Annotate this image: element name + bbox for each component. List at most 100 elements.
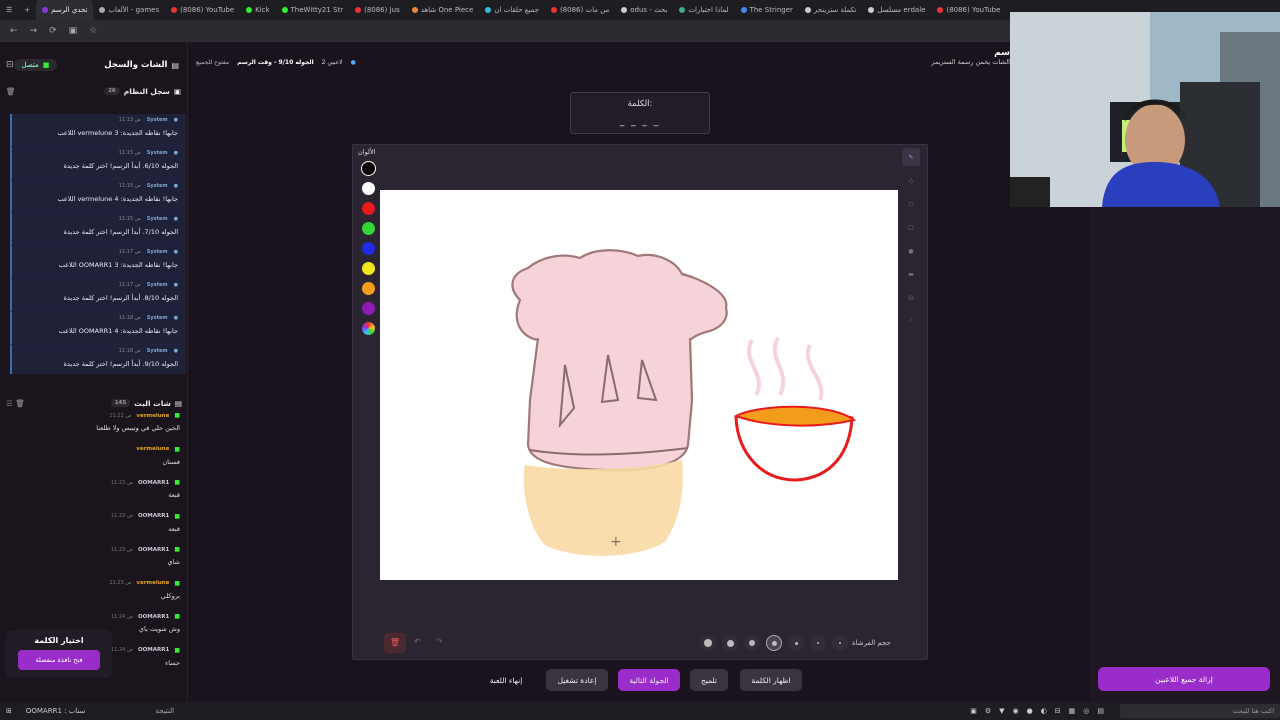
open-popup-button[interactable]: فتح نافذة منفصلة xyxy=(18,650,100,670)
color-swatch[interactable] xyxy=(362,282,375,295)
extension-icon[interactable]: ▣ xyxy=(69,26,78,36)
start-icon[interactable]: ⊞ xyxy=(6,707,12,715)
google-icon xyxy=(868,7,875,13)
tab-7[interactable]: جميع حلقات ان xyxy=(479,0,545,20)
next-round-button[interactable]: الجولة التالية xyxy=(618,669,680,691)
bookmark-star-icon[interactable]: ☆ xyxy=(89,26,97,36)
kick-icon xyxy=(281,7,288,13)
custom-color-swatch[interactable] xyxy=(362,322,375,335)
chat-time: 11:24 ص xyxy=(110,613,133,620)
log-item: 11:15 ص System ● الجوله 6/10. أبدأ الرسم… xyxy=(10,147,186,180)
chat-username[interactable]: OOMARR1 xyxy=(138,480,169,486)
brush-size-option[interactable] xyxy=(788,635,804,651)
taskbar-pinned-icons[interactable]: ▣⚙▼◉●◐⊟▦◎▤ xyxy=(970,707,1112,715)
tab-6[interactable]: شاهد One Piece xyxy=(406,0,480,20)
filled-rect-icon[interactable]: ▬ xyxy=(902,265,920,283)
chat-menu-icon[interactable]: ☰ 🗑 xyxy=(6,399,25,408)
brush-size-option[interactable] xyxy=(722,635,738,651)
back-icon[interactable]: ← xyxy=(10,26,18,36)
brush-size-option[interactable] xyxy=(832,635,848,651)
chat-username[interactable]: vermelune xyxy=(136,580,169,586)
collapse-sidebar-icon[interactable]: ⊟ xyxy=(6,60,14,70)
log-time: 11:13 ص xyxy=(118,117,141,123)
tab-4[interactable]: TheWitty21 Str xyxy=(276,0,350,20)
chat-username[interactable]: OOMARR1 xyxy=(138,647,169,653)
word-display: الكلمة: _ _ _ _ xyxy=(570,92,710,134)
tab-9[interactable]: odus - بحث xyxy=(615,0,673,20)
color-swatch[interactable] xyxy=(362,242,375,255)
drawing-canvas[interactable]: + xyxy=(380,190,898,580)
tab-13[interactable]: مسلسل erdale xyxy=(862,0,931,20)
color-swatch[interactable] xyxy=(361,161,376,176)
brush-size-option[interactable] xyxy=(810,635,826,651)
clear-log-icon[interactable]: 🗑 xyxy=(6,87,16,96)
tab-3[interactable]: Kick xyxy=(240,0,275,20)
chat-username[interactable]: vermelune xyxy=(136,413,169,419)
chat-username[interactable]: OOMARR1 xyxy=(138,513,169,519)
chat-username[interactable]: vermelune xyxy=(136,446,169,452)
show-word-button[interactable]: اظهار الكلمة xyxy=(740,669,802,691)
restart-button[interactable]: إعادة تشغيل xyxy=(546,669,608,691)
steam-line xyxy=(747,338,761,397)
tab-14[interactable]: (8086) YouTube xyxy=(931,0,1006,20)
log-user: System xyxy=(146,348,168,354)
chat-time: 11:23 ص xyxy=(110,513,133,519)
sidebar-header: ⊟ متصل ■ الشات والسجل ▤ xyxy=(0,42,187,76)
hint-button[interactable]: تلميح xyxy=(690,669,728,691)
tab-5[interactable]: (8086) Jus xyxy=(349,0,406,20)
color-swatch[interactable] xyxy=(362,222,375,235)
undo-icon[interactable]: ↶ xyxy=(414,637,421,646)
system-log-title: سجل النظام xyxy=(123,86,170,96)
color-swatch[interactable] xyxy=(362,262,375,275)
end-game-button[interactable]: إنهاء اللعبة xyxy=(478,669,534,691)
brush-size-option[interactable] xyxy=(744,635,760,651)
forward-icon[interactable]: → xyxy=(30,26,38,36)
new-tab-button[interactable]: + xyxy=(18,0,36,20)
tab-10[interactable]: لماذا اختبارات xyxy=(673,0,734,20)
brush-size-option[interactable] xyxy=(700,635,716,651)
tab-11[interactable]: The Stringer xyxy=(735,0,799,20)
line-tool-icon[interactable]: ⟋ xyxy=(902,312,920,330)
color-swatch[interactable] xyxy=(362,302,375,315)
bucket-tool-icon[interactable]: ⛁ xyxy=(902,289,920,307)
chat-text: بروكلي xyxy=(160,591,180,600)
tab-2[interactable]: (8086) YouTube xyxy=(165,0,240,20)
word-hint: _ _ _ _ xyxy=(619,117,661,127)
kick-badge-icon: ■ xyxy=(174,479,180,486)
chat-username[interactable]: OOMARR1 xyxy=(138,614,169,620)
pencil-tool-icon[interactable]: ✎ xyxy=(902,148,920,166)
log-user: System xyxy=(146,117,168,123)
reload-icon[interactable]: ⟳ xyxy=(49,26,57,36)
tab-1[interactable]: الألعاب - games xyxy=(93,0,165,20)
log-time: 11:15 ص xyxy=(118,150,141,156)
taskbar-app-label[interactable]: OOMARR1 : سناب xyxy=(26,707,86,715)
taskbar-search-input[interactable]: اكتب هنا للبحث xyxy=(1120,704,1280,718)
system-log-list: 11:13 ص System ● اللاعب vermelune جابها!… xyxy=(10,114,186,374)
fill-dot-icon[interactable]: ● xyxy=(902,242,920,260)
circle-tool-icon[interactable]: ○ xyxy=(902,195,920,213)
tab-12[interactable]: تكملة سترينجر xyxy=(799,0,862,20)
browser-menu-icon[interactable]: ☰ xyxy=(0,0,18,20)
clear-canvas-icon[interactable]: 🗑 xyxy=(384,633,406,653)
tab-8[interactable]: (8086) من مات xyxy=(545,0,615,20)
color-swatch[interactable] xyxy=(362,202,375,215)
remove-all-players-button[interactable]: إزالة جميع اللاعبين xyxy=(1098,667,1270,691)
log-meta: 11:15 ص System ● xyxy=(16,216,178,222)
chat-meta: 11:23 ص vermelune ■ xyxy=(6,580,180,587)
log-text: الجوله 8/10. أبدأ الرسم! اختر كلمة جديدة xyxy=(63,294,178,302)
chat-message: 11:23 ص OOMARR1 ■ شاي xyxy=(0,546,188,580)
log-text: اللاعب OOMARR1 جابها! نقاطه الجديدة: 3 xyxy=(58,261,178,269)
tab-0[interactable]: تحدي الرسم xyxy=(36,0,94,20)
redo-icon[interactable]: ↷ xyxy=(436,637,443,646)
chat-username[interactable]: OOMARR1 xyxy=(138,547,169,553)
steam-line xyxy=(772,337,786,396)
stream-chat-title: شات البث xyxy=(134,398,171,408)
drawing-svg: + xyxy=(511,249,857,556)
log-item: 11:18 ص System ● اللاعب OOMARR1 جابها! ن… xyxy=(10,312,186,345)
eraser-tool-icon[interactable]: ◇ xyxy=(902,172,920,190)
color-swatch[interactable] xyxy=(362,182,375,195)
rectangle-tool-icon[interactable]: □ xyxy=(902,218,920,236)
log-icon: ▣ xyxy=(173,86,181,96)
brush-size-option[interactable] xyxy=(766,635,782,651)
webcam-overlay xyxy=(1010,12,1280,207)
